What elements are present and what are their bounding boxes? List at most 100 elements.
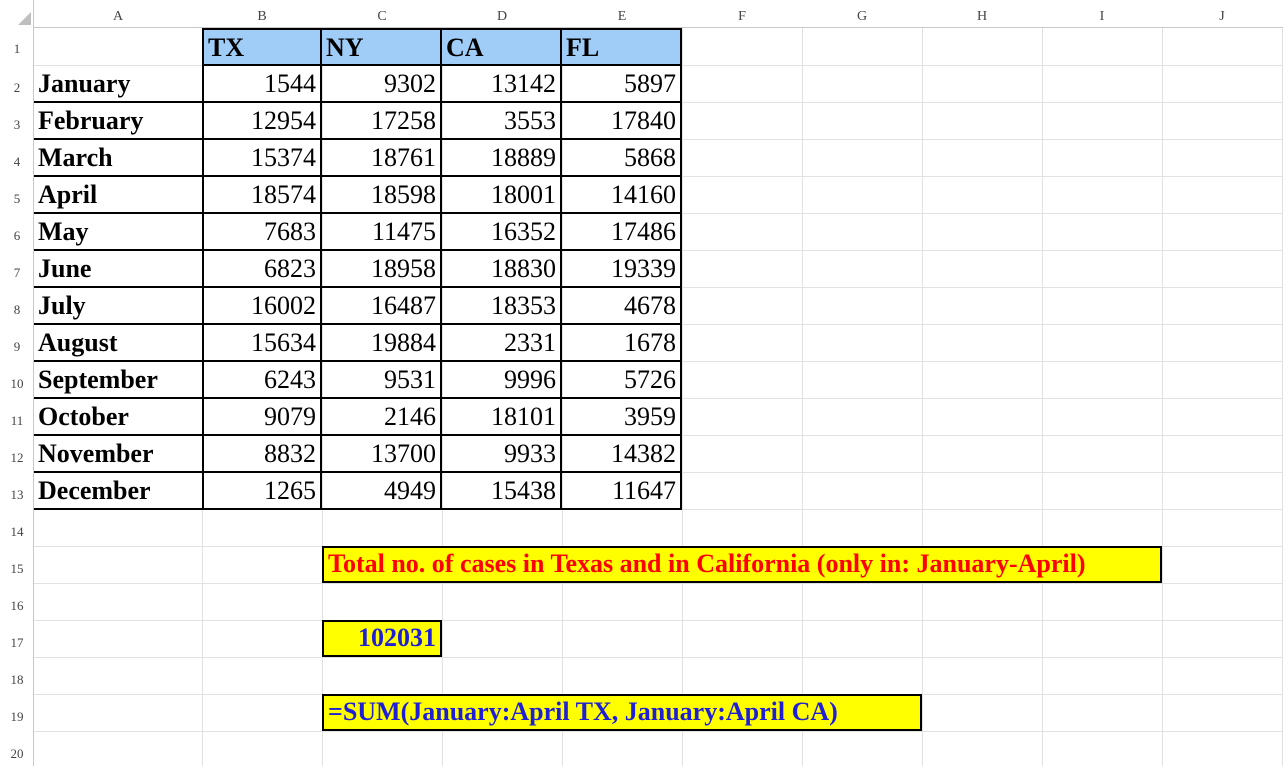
column-header-a[interactable]: A — [34, 9, 202, 25]
formula-cell[interactable]: =SUM(January:April TX, January:April CA) — [322, 694, 922, 731]
month-cell[interactable]: August — [34, 325, 202, 362]
value-cell-ny[interactable]: 17258 — [322, 103, 442, 140]
row-header[interactable]: 6 — [0, 228, 34, 244]
value-cell-ca[interactable]: 13142 — [442, 66, 562, 103]
row-header[interactable]: 8 — [0, 302, 34, 318]
column-header-i[interactable]: I — [1042, 9, 1162, 25]
value-cell-ny[interactable]: 9531 — [322, 362, 442, 399]
month-cell[interactable]: September — [34, 362, 202, 399]
value-cell-fl[interactable]: 17840 — [562, 103, 682, 140]
value-cell-fl[interactable]: 14160 — [562, 177, 682, 214]
column-header-e[interactable]: E — [562, 9, 682, 25]
value-cell-tx[interactable]: 1265 — [202, 473, 322, 510]
spreadsheet: A B C D E F G H I J 1 2 3 4 5 6 7 8 9 10… — [0, 0, 1283, 766]
value-cell-ny[interactable]: 13700 — [322, 436, 442, 473]
value-cell-fl[interactable]: 19339 — [562, 251, 682, 288]
row-header[interactable]: 7 — [0, 265, 34, 281]
header-cell-fl[interactable]: FL — [562, 28, 682, 66]
value-cell-tx[interactable]: 7683 — [202, 214, 322, 251]
row-header[interactable]: 20 — [0, 746, 34, 762]
column-header-g[interactable]: G — [802, 9, 922, 25]
value-cell-tx[interactable]: 9079 — [202, 399, 322, 436]
row-header[interactable]: 19 — [0, 709, 34, 725]
month-cell[interactable]: March — [34, 140, 202, 177]
annotation-title[interactable]: Total no. of cases in Texas and in Calif… — [322, 546, 1162, 583]
value-cell-ca[interactable]: 18353 — [442, 288, 562, 325]
value-cell-ny[interactable]: 4949 — [322, 473, 442, 510]
column-header-h[interactable]: H — [922, 9, 1042, 25]
value-cell-fl[interactable]: 4678 — [562, 288, 682, 325]
value-cell-ca[interactable]: 18001 — [442, 177, 562, 214]
value-cell-ny[interactable]: 18761 — [322, 140, 442, 177]
value-cell-tx[interactable]: 6823 — [202, 251, 322, 288]
value-cell-tx[interactable]: 16002 — [202, 288, 322, 325]
month-cell[interactable]: April — [34, 177, 202, 214]
value-cell-tx[interactable]: 15374 — [202, 140, 322, 177]
month-cell[interactable]: June — [34, 251, 202, 288]
value-cell-ny[interactable]: 18598 — [322, 177, 442, 214]
value-cell-tx[interactable]: 6243 — [202, 362, 322, 399]
row-header[interactable]: 9 — [0, 339, 34, 355]
column-header-f[interactable]: F — [682, 9, 802, 25]
value-cell-ca[interactable]: 18830 — [442, 251, 562, 288]
value-cell-fl[interactable]: 17486 — [562, 214, 682, 251]
row-header[interactable]: 1 — [0, 41, 34, 57]
row-header[interactable]: 2 — [0, 80, 34, 96]
value-cell-tx[interactable]: 18574 — [202, 177, 322, 214]
row-header[interactable]: 16 — [0, 598, 34, 614]
result-cell[interactable]: 102031 — [322, 620, 442, 657]
month-cell[interactable]: July — [34, 288, 202, 325]
value-cell-ny[interactable]: 18958 — [322, 251, 442, 288]
month-cell[interactable]: December — [34, 473, 202, 510]
row-header[interactable]: 13 — [0, 487, 34, 503]
row-header[interactable]: 11 — [0, 413, 34, 429]
row-header[interactable]: 18 — [0, 672, 34, 688]
header-cell-ca[interactable]: CA — [442, 28, 562, 66]
value-cell-fl[interactable]: 5868 — [562, 140, 682, 177]
value-cell-ca[interactable]: 16352 — [442, 214, 562, 251]
value-cell-fl[interactable]: 3959 — [562, 399, 682, 436]
value-cell-ca[interactable]: 2331 — [442, 325, 562, 362]
column-header-c[interactable]: C — [322, 9, 442, 25]
month-cell[interactable]: November — [34, 436, 202, 473]
value-cell-ny[interactable]: 9302 — [322, 66, 442, 103]
value-cell-ca[interactable]: 9996 — [442, 362, 562, 399]
row-header[interactable]: 5 — [0, 191, 34, 207]
row-header[interactable]: 10 — [0, 376, 34, 392]
row-header[interactable]: 14 — [0, 524, 34, 540]
value-cell-tx[interactable]: 8832 — [202, 436, 322, 473]
value-cell-ny[interactable]: 2146 — [322, 399, 442, 436]
month-cell[interactable]: January — [34, 66, 202, 103]
value-cell-tx[interactable]: 15634 — [202, 325, 322, 362]
value-cell-fl[interactable]: 5726 — [562, 362, 682, 399]
row-header[interactable]: 4 — [0, 154, 34, 170]
value-cell-ny[interactable]: 11475 — [322, 214, 442, 251]
month-cell[interactable]: October — [34, 399, 202, 436]
value-cell-ny[interactable]: 16487 — [322, 288, 442, 325]
row-header[interactable]: 15 — [0, 561, 34, 577]
row-header[interactable]: 17 — [0, 635, 34, 651]
value-cell-tx[interactable]: 12954 — [202, 103, 322, 140]
value-cell-fl[interactable]: 14382 — [562, 436, 682, 473]
value-cell-ca[interactable]: 18101 — [442, 399, 562, 436]
value-cell-fl[interactable]: 5897 — [562, 66, 682, 103]
header-cell-ny[interactable]: NY — [322, 28, 442, 66]
value-cell-ca[interactable]: 3553 — [442, 103, 562, 140]
header-cell-tx[interactable]: TX — [202, 28, 322, 66]
row-header[interactable]: 3 — [0, 117, 34, 133]
gridline — [802, 0, 803, 766]
select-all-corner[interactable] — [18, 12, 31, 25]
value-cell-ca[interactable]: 9933 — [442, 436, 562, 473]
column-header-b[interactable]: B — [202, 9, 322, 25]
row-header[interactable]: 12 — [0, 450, 34, 466]
value-cell-tx[interactable]: 1544 — [202, 66, 322, 103]
column-header-d[interactable]: D — [442, 9, 562, 25]
value-cell-fl[interactable]: 11647 — [562, 473, 682, 510]
value-cell-ny[interactable]: 19884 — [322, 325, 442, 362]
value-cell-ca[interactable]: 18889 — [442, 140, 562, 177]
column-header-j[interactable]: J — [1162, 9, 1282, 25]
value-cell-fl[interactable]: 1678 — [562, 325, 682, 362]
month-cell[interactable]: February — [34, 103, 202, 140]
month-cell[interactable]: May — [34, 214, 202, 251]
value-cell-ca[interactable]: 15438 — [442, 473, 562, 510]
